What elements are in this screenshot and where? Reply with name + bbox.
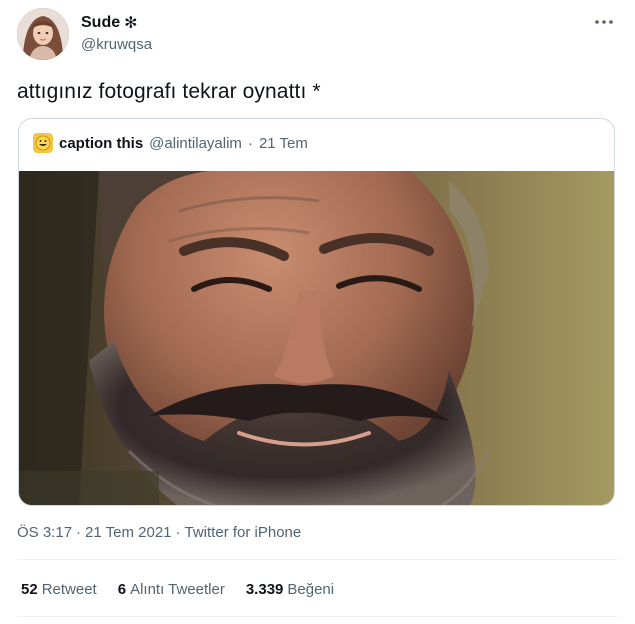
- tweet-client[interactable]: Twitter for iPhone: [185, 524, 302, 541]
- quoted-author-name: caption this: [59, 134, 144, 152]
- author-name-suffix: ✻: [124, 15, 138, 32]
- tweet-time[interactable]: ÖS 3:17: [17, 524, 72, 541]
- tweet-text: attıgınız fotografı tekrar oynattı *: [17, 80, 321, 103]
- likes-link[interactable]: 3.339 Beğeni: [246, 581, 334, 598]
- quoted-avatar: [33, 133, 53, 153]
- tweet-stats: 52 Retweet 6 Alıntı Tweetler 3.339 Beğeni: [21, 581, 334, 598]
- tweet-card: Sude ✻ @kruwqsa attıgınız fotografı tekr…: [0, 0, 635, 624]
- quoted-tweet[interactable]: caption this @alintilayalim · 21 Tem: [18, 118, 615, 506]
- retweets-link[interactable]: 52 Retweet: [21, 581, 97, 598]
- quoted-author-handle: @alintilayalim: [149, 134, 242, 152]
- meta-separator: ·: [175, 524, 181, 541]
- likes-label: Beğeni: [287, 581, 335, 598]
- smiling-bearded-man-photo-icon: [19, 171, 614, 505]
- author-name-text: Sude: [81, 14, 121, 31]
- tweet-date[interactable]: 21 Tem 2021: [85, 524, 171, 541]
- quote-tweets-link[interactable]: 6 Alıntı Tweetler: [118, 581, 225, 598]
- author-handle[interactable]: @kruwqsa: [81, 36, 152, 53]
- more-options-button[interactable]: [593, 13, 615, 31]
- retweets-label: Retweet: [41, 581, 97, 598]
- profile-photo-icon: [17, 8, 69, 60]
- ellipsis-icon: [595, 20, 613, 24]
- quoted-tweet-header: caption this @alintilayalim · 21 Tem: [33, 133, 308, 153]
- quote-tweets-count: 6: [117, 581, 127, 598]
- divider: [17, 559, 618, 560]
- quote-tweets-label: Alıntı Tweetler: [130, 581, 225, 598]
- author-avatar[interactable]: [17, 8, 69, 60]
- quoted-media[interactable]: [19, 171, 614, 505]
- tweet-meta: ÖS 3:17 · 21 Tem 2021 · Twitter for iPho…: [17, 524, 301, 541]
- quoted-separator: ·: [247, 134, 253, 152]
- retweets-count: 52: [21, 581, 38, 598]
- divider: [17, 616, 618, 617]
- author-name[interactable]: Sude ✻: [81, 13, 138, 33]
- quoted-date: 21 Tem: [258, 134, 308, 152]
- meta-separator: ·: [76, 524, 82, 541]
- likes-count: 3.339: [245, 581, 284, 598]
- grinning-emoji-icon: [33, 133, 53, 153]
